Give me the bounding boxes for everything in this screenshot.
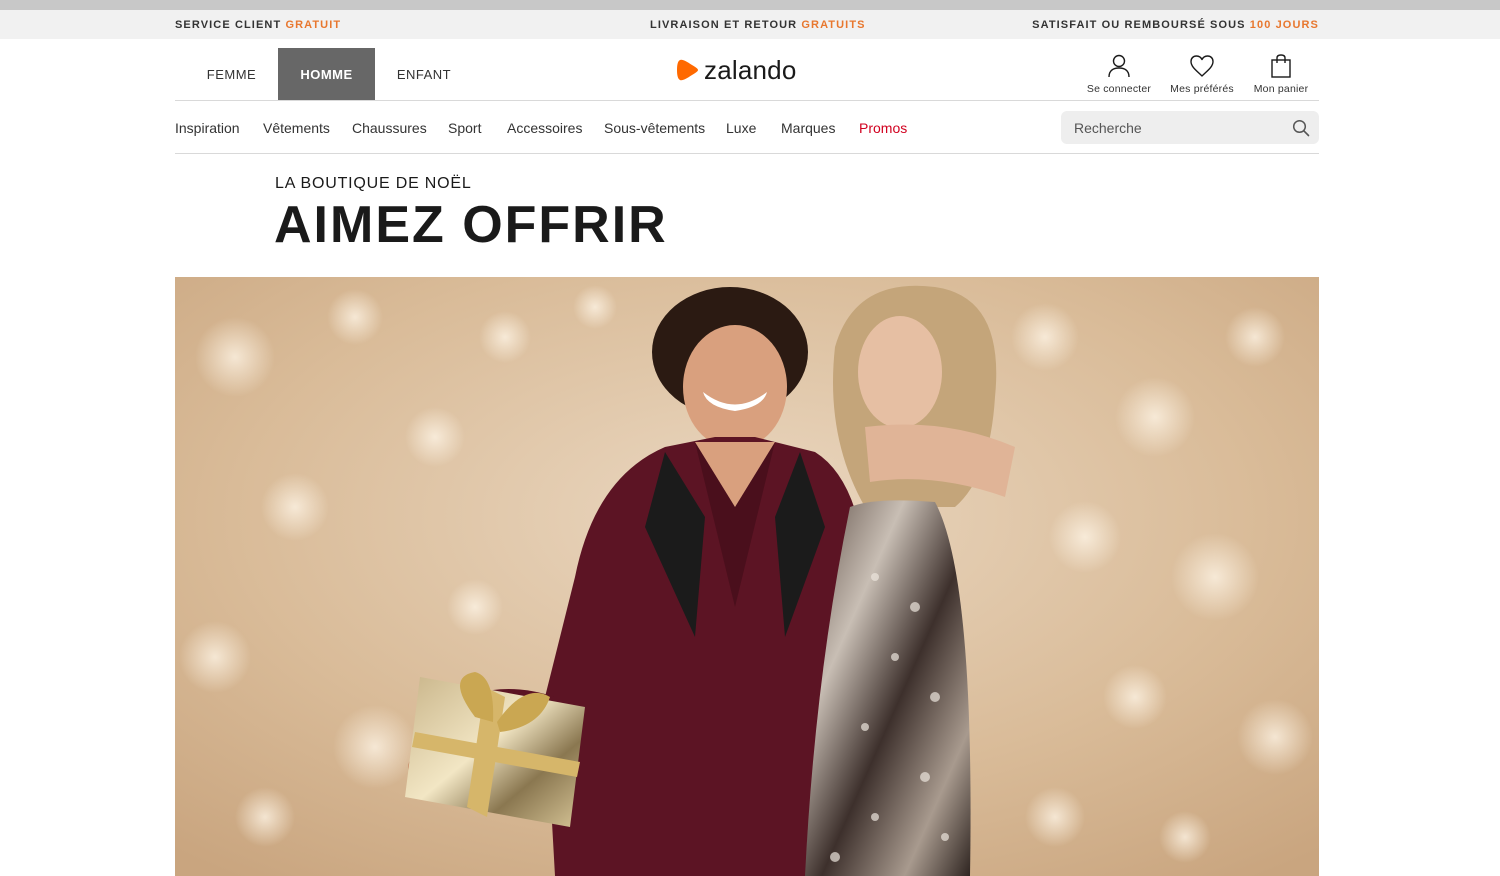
- nav-inspiration[interactable]: Inspiration: [175, 120, 240, 136]
- login-button[interactable]: Se connecter: [1086, 53, 1152, 95]
- zalando-logo[interactable]: zalando: [675, 55, 796, 85]
- login-label: Se connecter: [1086, 83, 1152, 95]
- hero-banner-image[interactable]: [175, 277, 1319, 876]
- hero-photo-illustration: [175, 277, 1319, 876]
- tab-femme[interactable]: FEMME: [175, 48, 288, 100]
- nav-sous-vetements[interactable]: Sous-vêtements: [604, 120, 705, 136]
- promo-bar: SERVICE CLIENT GRATUIT LIVRAISON ET RETO…: [0, 10, 1500, 39]
- browser-top-strip: [0, 0, 1500, 10]
- promo-free-delivery-highlight: GRATUITS: [801, 19, 866, 31]
- nav-vetements[interactable]: Vêtements: [263, 120, 330, 136]
- search-icon[interactable]: [1292, 119, 1310, 137]
- cart-label: Mon panier: [1253, 83, 1309, 95]
- promo-free-delivery[interactable]: LIVRAISON ET RETOUR GRATUITS: [650, 19, 866, 31]
- tab-homme[interactable]: HOMME: [278, 48, 375, 100]
- nav-luxe[interactable]: Luxe: [726, 120, 756, 136]
- promo-service-client-text: SERVICE CLIENT: [175, 19, 286, 31]
- tab-enfant[interactable]: ENFANT: [375, 48, 473, 100]
- promo-refund-text: SATISFAIT OU REMBOURSÉ SOUS: [1032, 19, 1250, 31]
- category-nav: Inspiration Vêtements Chaussures Sport A…: [175, 101, 1319, 154]
- cart-button[interactable]: Mon panier: [1251, 53, 1311, 95]
- favorites-button[interactable]: Mes préférés: [1169, 53, 1235, 95]
- favorites-label: Mes préférés: [1170, 83, 1234, 95]
- promo-service-client[interactable]: SERVICE CLIENT GRATUIT: [175, 19, 341, 31]
- nav-promos[interactable]: Promos: [859, 120, 907, 136]
- search-input[interactable]: [1061, 111, 1281, 144]
- promo-refund-highlight: 100 JOURS: [1249, 19, 1319, 31]
- nav-chaussures[interactable]: Chaussures: [352, 120, 427, 136]
- shopping-bag-icon: [1271, 54, 1291, 78]
- promo-free-delivery-text: LIVRAISON ET RETOUR: [650, 19, 802, 31]
- logo-wordmark: zalando: [704, 55, 797, 85]
- promo-refund[interactable]: SATISFAIT OU REMBOURSÉ SOUS 100 JOURS: [1032, 19, 1319, 31]
- main-header: FEMME HOMME ENFANT zalando Se connecter …: [175, 39, 1319, 101]
- hero-subtitle: LA BOUTIQUE DE NOËL: [275, 175, 472, 192]
- nav-sport[interactable]: Sport: [448, 120, 481, 136]
- heart-icon: [1190, 55, 1214, 77]
- nav-accessoires[interactable]: Accessoires: [507, 120, 582, 136]
- zalando-play-icon: [677, 59, 698, 81]
- nav-marques[interactable]: Marques: [781, 120, 835, 136]
- promo-service-client-highlight: GRATUIT: [285, 19, 342, 31]
- hero-title[interactable]: AIMEZ OFFRIR: [274, 197, 668, 253]
- user-icon: [1108, 54, 1130, 78]
- search-box: [1061, 111, 1319, 144]
